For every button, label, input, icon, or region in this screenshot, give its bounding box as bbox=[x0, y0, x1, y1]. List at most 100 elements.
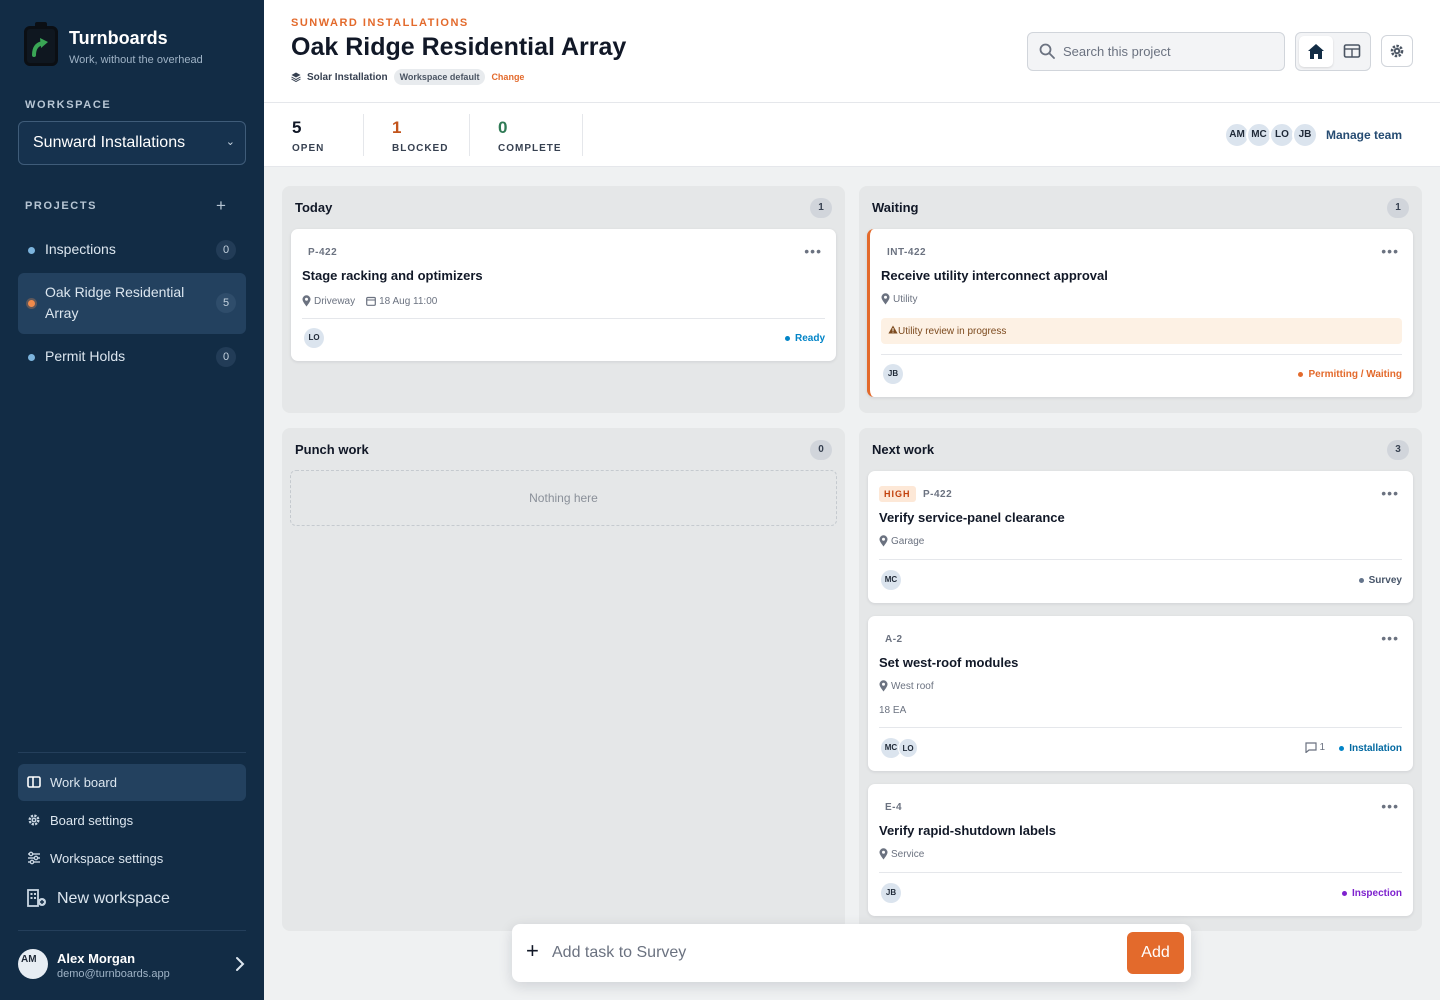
nav-label: Work board bbox=[50, 775, 117, 790]
main: SUNWARD INSTALLATIONS Oak Ridge Resident… bbox=[264, 0, 1440, 1000]
more-icon[interactable]: ••• bbox=[1381, 798, 1399, 814]
column-count: 0 bbox=[810, 440, 832, 460]
task-card[interactable]: INT-422 ••• Receive utility interconnect… bbox=[867, 229, 1413, 397]
project-dot-icon bbox=[28, 300, 35, 307]
avatar: JB bbox=[881, 883, 901, 903]
status-dot-icon bbox=[1298, 372, 1304, 377]
add-project-icon[interactable]: + bbox=[216, 196, 226, 216]
workspace-default-badge: Workspace default bbox=[393, 69, 486, 85]
column-title: Waiting bbox=[872, 200, 919, 215]
nav-workspace-settings[interactable]: Workspace settings bbox=[18, 840, 246, 877]
home-view-button[interactable] bbox=[1299, 36, 1333, 67]
task-meta: Driveway 18 Aug 11:00 bbox=[302, 295, 437, 307]
column-waiting: Waiting 1 INT-422 ••• Receive utility in… bbox=[859, 186, 1422, 413]
column-punch-work: Punch work 0 Nothing here bbox=[282, 428, 845, 931]
stat-divider bbox=[582, 114, 583, 156]
add-task-input[interactable]: Add task to Survey bbox=[552, 944, 686, 962]
nav-new-workspace[interactable]: New workspace bbox=[18, 879, 246, 919]
page-header: SUNWARD INSTALLATIONS Oak Ridge Resident… bbox=[264, 0, 1440, 103]
workspace-label: WORKSPACE bbox=[25, 99, 112, 111]
location-pin-icon bbox=[302, 295, 311, 307]
card-divider bbox=[879, 872, 1402, 873]
task-meta: Service bbox=[879, 848, 924, 860]
location-pin-icon bbox=[879, 680, 888, 692]
project-item-oak-ridge[interactable]: Oak Ridge Residential Array 5 bbox=[18, 273, 246, 334]
avatar: JB bbox=[1292, 122, 1318, 148]
task-location: Garage bbox=[891, 535, 925, 547]
stat-label: BLOCKED bbox=[392, 143, 449, 154]
nav-board-settings[interactable]: Board settings bbox=[18, 802, 246, 839]
avatar[interactable]: AM bbox=[18, 949, 48, 979]
more-icon[interactable]: ••• bbox=[1381, 485, 1399, 501]
project-name: Oak Ridge Residential Array bbox=[45, 284, 185, 321]
layers-icon bbox=[291, 72, 301, 82]
task-id: P-422 bbox=[308, 247, 338, 258]
user-email: demo@turnboards.app bbox=[57, 968, 170, 980]
task-location: Service bbox=[891, 848, 925, 860]
empty-state: Nothing here bbox=[290, 470, 837, 526]
status-badge: Ready bbox=[784, 333, 825, 344]
card-divider bbox=[881, 354, 1402, 355]
status-badge: Inspection bbox=[1341, 888, 1402, 899]
gear-icon bbox=[27, 813, 41, 830]
chevron-right-icon[interactable] bbox=[234, 955, 246, 978]
priority-badge: HIGH bbox=[879, 486, 916, 502]
home-icon bbox=[1308, 44, 1324, 59]
comment-count-value: 1 bbox=[1319, 742, 1325, 753]
board-view-button[interactable] bbox=[1335, 36, 1369, 67]
task-card[interactable]: A-2 ••• Set west-roof modules West roof … bbox=[868, 616, 1413, 771]
building-plus-icon bbox=[27, 889, 47, 910]
projects-label: PROJECTS bbox=[25, 200, 98, 212]
sidebar: Turnboards Work, without the overhead WO… bbox=[0, 0, 264, 1000]
task-date: 18 Aug 11:00 bbox=[379, 295, 438, 307]
settings-button[interactable] bbox=[1381, 35, 1413, 67]
stat-value: 1 bbox=[392, 118, 402, 137]
task-meta: Utility bbox=[881, 293, 917, 305]
more-icon[interactable]: ••• bbox=[1381, 630, 1399, 646]
status-badge: Permitting / Waiting bbox=[1298, 369, 1402, 380]
task-title: Stage racking and optimizers bbox=[302, 268, 483, 283]
workspace-eyebrow: SUNWARD INSTALLATIONS bbox=[291, 17, 469, 29]
project-item-permit-holds[interactable]: Permit Holds 0 bbox=[18, 345, 246, 369]
comment-count[interactable]: 1 bbox=[1305, 742, 1325, 753]
status-dot-icon bbox=[1339, 746, 1345, 751]
search-placeholder: Search this project bbox=[1063, 44, 1171, 59]
change-type-link[interactable]: Change bbox=[491, 72, 524, 82]
workspace-select[interactable]: Sunward Installations ⌄ bbox=[18, 121, 246, 165]
avatar: MC bbox=[881, 570, 901, 590]
more-icon[interactable]: ••• bbox=[804, 243, 822, 259]
status-badge: Survey bbox=[1358, 575, 1402, 586]
manage-team-link[interactable]: Manage team bbox=[1326, 128, 1402, 142]
project-dot-icon bbox=[28, 247, 35, 254]
card-divider bbox=[879, 559, 1402, 560]
task-card[interactable]: HIGH P-422 ••• Verify service-panel clea… bbox=[868, 471, 1413, 603]
search-input[interactable]: Search this project bbox=[1027, 32, 1285, 71]
more-icon[interactable]: ••• bbox=[1381, 243, 1399, 259]
project-item-inspections[interactable]: Inspections 0 bbox=[18, 238, 246, 262]
status-label: Survey bbox=[1368, 575, 1402, 586]
warning-banner: Utility review in progress bbox=[881, 318, 1402, 344]
project-count: 5 bbox=[216, 293, 236, 313]
column-title: Next work bbox=[872, 442, 935, 457]
task-location: Driveway bbox=[314, 295, 356, 307]
app-tagline: Work, without the overhead bbox=[69, 54, 203, 66]
task-card[interactable]: E-4 ••• Verify rapid-shutdown labels Ser… bbox=[868, 784, 1413, 916]
task-location: West roof bbox=[891, 680, 934, 692]
column-count: 1 bbox=[810, 198, 832, 218]
status-label: Permitting / Waiting bbox=[1308, 369, 1402, 380]
gear-icon bbox=[1390, 44, 1404, 58]
column-count: 1 bbox=[1387, 198, 1409, 218]
task-title: Receive utility interconnect approval bbox=[881, 268, 1108, 283]
project-type-label: Solar Installation bbox=[307, 71, 388, 83]
task-quantity: 18 EA bbox=[879, 705, 907, 716]
task-card[interactable]: P-422 ••• Stage racking and optimizers D… bbox=[291, 229, 836, 361]
column-count: 3 bbox=[1387, 440, 1409, 460]
stat-label: COMPLETE bbox=[498, 143, 562, 154]
column-today: Today 1 P-422 ••• Stage racking and opti… bbox=[282, 186, 845, 413]
workspace-select-value: Sunward Installations bbox=[33, 134, 186, 151]
status-label: Installation bbox=[1349, 743, 1402, 754]
avatar: LO bbox=[304, 328, 324, 348]
add-task-button[interactable]: Add bbox=[1127, 932, 1184, 974]
nav-work-board[interactable]: Work board bbox=[18, 764, 246, 801]
task-meta: West roof bbox=[879, 680, 934, 692]
